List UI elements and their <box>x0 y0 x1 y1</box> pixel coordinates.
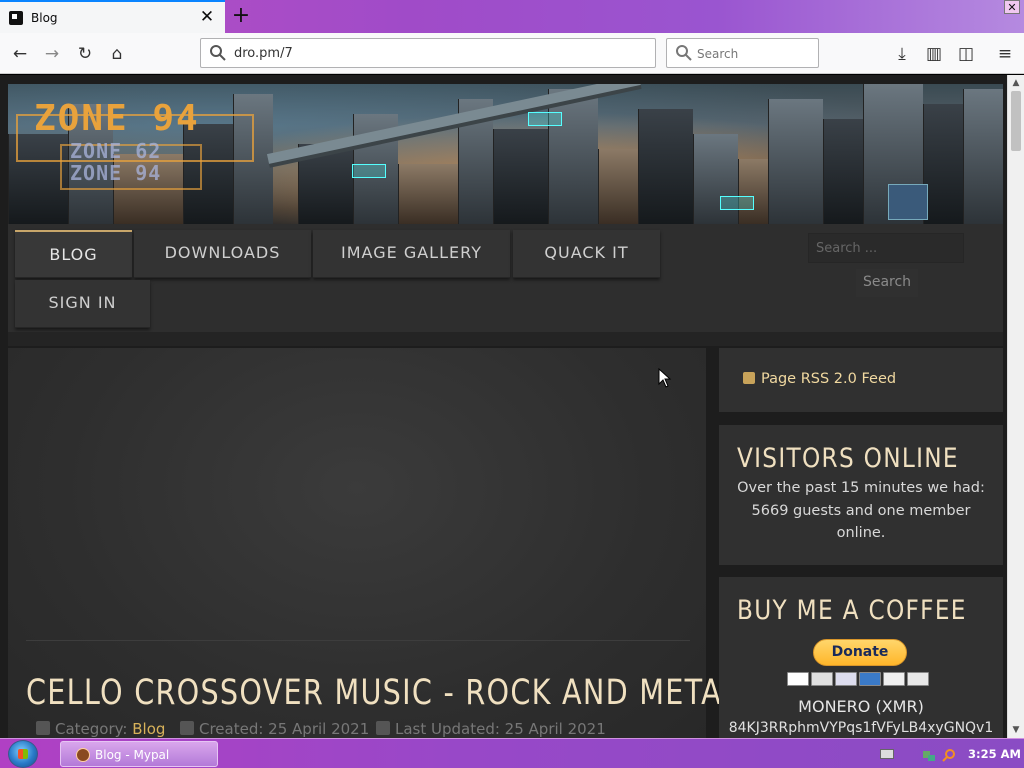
post-title[interactable]: CELLO CROSSOVER MUSIC - ROCK AND METAL <box>26 673 739 713</box>
start-button-icon[interactable] <box>8 740 38 768</box>
divider <box>8 332 1003 346</box>
scrollbar-thumb[interactable] <box>1011 91 1021 151</box>
site-search-placeholder: Search ... <box>816 241 878 256</box>
visitors-module: VISITORS ONLINE Over the past 15 minutes… <box>719 425 1003 565</box>
nav-downloads[interactable]: DOWNLOADS <box>134 230 311 278</box>
coffee-module: BUY ME A COFFEE Donate MONERO (XMR) 84KJ… <box>719 577 1003 738</box>
visitors-title: VISITORS ONLINE <box>737 443 959 474</box>
page-scrollbar[interactable]: ▲ ▼ <box>1007 75 1024 738</box>
network-icon[interactable] <box>922 747 936 761</box>
search-icon <box>210 45 226 61</box>
page-viewport: ZONE 94 ZONE 62 ZONE 94 BLOG DOWNLOADS I… <box>0 75 1007 738</box>
site-logo-subtitle: ZONE 62 ZONE 94 <box>70 139 162 185</box>
site-header-banner: ZONE 94 ZONE 62 ZONE 94 <box>8 84 1003 224</box>
browser-title-bar: Blog ✕ + ✕ <box>0 0 1024 33</box>
menu-hamburger-icon[interactable]: ≡ <box>992 40 1018 68</box>
site-logo[interactable]: ZONE 94 <box>34 98 200 139</box>
divider <box>26 640 690 641</box>
calendar-icon <box>180 721 194 735</box>
mastercard-icon <box>811 672 833 686</box>
screen-face-image <box>888 184 928 220</box>
site-search-input[interactable]: Search ... <box>808 233 964 263</box>
forward-arrow-icon[interactable]: → <box>38 40 66 68</box>
rss-feed-link[interactable]: Page RSS 2.0 Feed <box>743 371 896 387</box>
search-placeholder: Search <box>697 47 739 61</box>
download-icon[interactable]: ⤓ <box>889 40 915 68</box>
window-close-icon[interactable]: ✕ <box>1004 0 1020 14</box>
visa-card-icon <box>787 672 809 686</box>
monero-label: MONERO (XMR) <box>798 697 924 716</box>
amex-icon <box>859 672 881 686</box>
search-icon[interactable] <box>942 747 956 762</box>
site-search-button[interactable]: Search <box>856 269 918 297</box>
rss-module: Page RSS 2.0 Feed <box>719 348 1003 412</box>
rss-icon <box>743 372 755 384</box>
site-favicon-icon <box>9 11 23 25</box>
library-icon[interactable]: ▥ <box>921 40 947 68</box>
tab-blog[interactable]: Blog ✕ <box>0 0 225 33</box>
taskbar-item-browser[interactable]: Blog - Mypal <box>60 741 218 767</box>
main-content: CELLO CROSSOVER MUSIC - ROCK AND METAL C… <box>8 348 738 738</box>
maestro-icon <box>835 672 857 686</box>
monero-address[interactable]: 84KJ3RRphmVYPqs1fVFyLB4xyGNQv1 <box>719 720 1003 736</box>
windows-taskbar: Blog - Mypal 3:25 AM <box>0 738 1024 768</box>
browser-toolbar: ← → ↻ ⌂ dro.pm/7 Search ⤓ ▥ ◫ ≡ <box>0 33 1024 74</box>
post-category: Category: Blog <box>36 720 165 738</box>
home-icon[interactable]: ⌂ <box>103 40 131 68</box>
reload-icon[interactable]: ↻ <box>71 40 99 68</box>
folder-icon <box>36 721 50 735</box>
paypal-card-icon <box>907 672 929 686</box>
back-arrow-icon[interactable]: ← <box>6 40 34 68</box>
taskbar-clock: 3:25 AM <box>968 747 1021 761</box>
close-tab-icon[interactable]: ✕ <box>199 9 215 26</box>
coffee-title: BUY ME A COFFEE <box>737 595 967 626</box>
sidebar-icon[interactable]: ◫ <box>953 40 979 68</box>
nav-image-gallery[interactable]: IMAGE GALLERY <box>313 230 510 278</box>
scroll-up-icon[interactable]: ▲ <box>1008 75 1024 91</box>
site-navigation: BLOG DOWNLOADS IMAGE GALLERY QUACK IT SI… <box>8 224 1003 332</box>
tab-title: Blog <box>31 11 58 25</box>
address-bar[interactable]: dro.pm/7 <box>200 38 656 68</box>
nav-blog[interactable]: BLOG <box>15 230 132 278</box>
mouse-cursor-icon <box>658 368 672 388</box>
post-created: Created: 25 April 2021 <box>180 720 369 738</box>
browser-app-icon <box>76 748 90 762</box>
donate-button[interactable]: Donate <box>813 639 907 666</box>
discover-icon <box>883 672 905 686</box>
search-icon <box>676 45 692 61</box>
visitors-text: Over the past 15 minutes we had: 5669 gu… <box>737 480 985 541</box>
taskbar-item-label: Blog - Mypal <box>95 748 170 762</box>
url-text: dro.pm/7 <box>234 46 293 61</box>
nav-quack-it[interactable]: QUACK IT <box>513 230 660 278</box>
post-updated: Last Updated: 25 April 2021 <box>376 720 606 738</box>
scroll-down-icon[interactable]: ▼ <box>1008 722 1024 738</box>
browser-search-input[interactable]: Search <box>666 38 819 68</box>
keyboard-icon[interactable] <box>880 749 894 759</box>
calendar-icon <box>376 721 390 735</box>
category-link[interactable]: Blog <box>132 720 165 738</box>
nav-sign-in[interactable]: SIGN IN <box>15 280 150 328</box>
new-tab-plus-icon[interactable]: + <box>230 4 252 28</box>
